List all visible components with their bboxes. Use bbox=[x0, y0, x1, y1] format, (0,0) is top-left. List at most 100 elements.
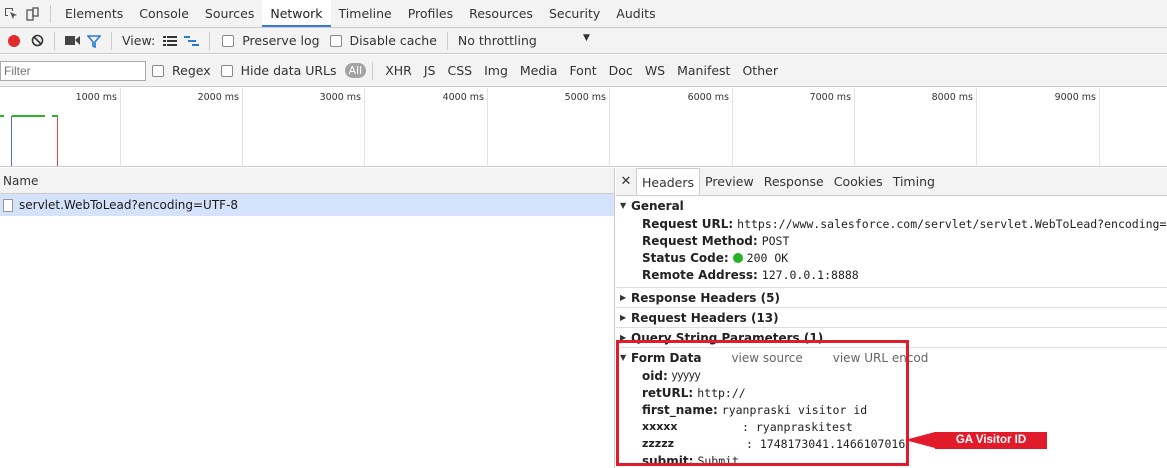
clear-icon[interactable] bbox=[26, 30, 48, 52]
toolbar-divider bbox=[209, 31, 211, 50]
waterfall-icon[interactable] bbox=[181, 30, 203, 52]
request-bar bbox=[0, 115, 4, 117]
tab-headers[interactable]: Headers bbox=[636, 168, 701, 195]
status-code-value: 200 OK bbox=[746, 250, 789, 265]
section-title: Request Headers (13) bbox=[631, 310, 779, 325]
regex-checkbox[interactable] bbox=[152, 64, 164, 77]
triangle-right-icon: ▶ bbox=[620, 313, 627, 322]
domcontentloaded-marker bbox=[11, 116, 12, 166]
triangle-down-icon: ▼ bbox=[620, 201, 627, 210]
request-method-label: Request Method: bbox=[642, 233, 758, 248]
preserve-log-checkbox[interactable] bbox=[222, 34, 235, 47]
tab-preview[interactable]: Preview bbox=[700, 168, 759, 195]
timeline-tick-label: 3000 ms bbox=[319, 92, 361, 103]
large-rows-icon[interactable] bbox=[159, 30, 181, 52]
tab-cookies[interactable]: Cookies bbox=[829, 168, 888, 195]
camera-icon[interactable] bbox=[61, 30, 83, 52]
timeline-tick: 3000 ms bbox=[243, 88, 365, 167]
type-filter-img[interactable]: Img bbox=[478, 63, 514, 78]
name-column-header[interactable]: Name bbox=[0, 168, 614, 194]
tab-timeline[interactable]: Timeline bbox=[331, 0, 400, 27]
type-filter-css[interactable]: CSS bbox=[441, 63, 478, 78]
timeline-tick: 6000 ms bbox=[610, 88, 733, 167]
timeline-tick: 7000 ms bbox=[733, 88, 855, 167]
request-url-row: Request URL: https://www.salesforce.com/… bbox=[616, 215, 1167, 232]
type-filter-all[interactable]: All bbox=[344, 63, 367, 78]
device-mode-icon[interactable] bbox=[22, 3, 44, 25]
filter-input[interactable] bbox=[0, 60, 146, 81]
request-method-row: Request Method: POST bbox=[616, 232, 1167, 249]
timeline-overview[interactable]: 1000 ms 2000 ms 3000 ms 4000 ms 5000 ms … bbox=[0, 88, 1167, 167]
throttling-value: No throttling bbox=[457, 33, 537, 48]
request-headers-section[interactable]: ▶ Request Headers (13) bbox=[616, 308, 1167, 327]
toolbar-divider bbox=[111, 31, 112, 50]
status-code-label: Status Code: bbox=[642, 250, 729, 265]
request-url-label: Request URL: bbox=[642, 216, 734, 231]
timeline-tick-label: 6000 ms bbox=[687, 92, 729, 103]
type-filter-manifest[interactable]: Manifest bbox=[671, 63, 736, 78]
load-marker bbox=[57, 116, 58, 166]
triangle-right-icon: ▶ bbox=[620, 293, 627, 302]
tab-audits[interactable]: Audits bbox=[608, 0, 663, 27]
preserve-log-label: Preserve log bbox=[242, 33, 320, 48]
hide-data-urls-checkbox[interactable] bbox=[220, 64, 233, 77]
disable-cache-checkbox[interactable] bbox=[329, 34, 342, 47]
request-url-value: https://www.salesforce.com/servlet/servl… bbox=[737, 216, 1167, 231]
tab-timing[interactable]: Timing bbox=[888, 168, 940, 195]
chevron-down-icon: ▼ bbox=[583, 33, 590, 43]
tab-profiles[interactable]: Profiles bbox=[400, 0, 461, 27]
toolbar-divider bbox=[50, 4, 51, 23]
tab-security[interactable]: Security bbox=[541, 0, 608, 27]
network-toolbar: View: Preserve log Disable cache No thro… bbox=[0, 28, 1167, 54]
tab-sources[interactable]: Sources bbox=[197, 0, 262, 27]
toolbar-divider bbox=[54, 31, 55, 50]
type-filter-js[interactable]: JS bbox=[418, 63, 442, 78]
timeline-tick-label: 9000 ms bbox=[1054, 92, 1096, 103]
remote-address-value: 127.0.0.1:8888 bbox=[761, 267, 859, 282]
request-name: servlet.WebToLead?encoding=UTF-8 bbox=[19, 198, 239, 212]
type-filter-font[interactable]: Font bbox=[563, 63, 602, 78]
filter-funnel-icon[interactable] bbox=[83, 30, 105, 52]
type-filter-media[interactable]: Media bbox=[514, 63, 564, 78]
filter-bar: Regex Hide data URLs All XHR JS CSS Img … bbox=[0, 55, 1167, 87]
timeline-tick-label: 1000 ms bbox=[75, 92, 117, 103]
type-filter-xhr[interactable]: XHR bbox=[379, 63, 418, 78]
tab-elements[interactable]: Elements bbox=[57, 0, 131, 27]
arrow-head-icon bbox=[905, 432, 935, 448]
tab-resources[interactable]: Resources bbox=[461, 0, 541, 27]
inspect-element-icon[interactable] bbox=[0, 3, 22, 25]
general-section-header[interactable]: ▼ General bbox=[616, 196, 1167, 215]
remote-address-label: Remote Address: bbox=[642, 267, 758, 282]
timeline-tick: 8000 ms bbox=[855, 88, 977, 167]
form-data-highlight-box bbox=[616, 340, 909, 466]
devtools-main-tabbar: Elements Console Sources Network Timelin… bbox=[0, 0, 1167, 28]
request-list-pane: Name servlet.WebToLead?encoding=UTF-8 bbox=[0, 168, 615, 468]
document-icon bbox=[3, 198, 13, 212]
timeline-tick: 1000 ms bbox=[0, 88, 121, 167]
close-icon[interactable]: ✕ bbox=[616, 174, 636, 189]
ga-visitor-id-arrow: GA Visitor ID bbox=[905, 432, 1047, 449]
timeline-tick: 9000 ms bbox=[977, 88, 1100, 167]
type-filter-ws[interactable]: WS bbox=[639, 63, 671, 78]
request-bar bbox=[52, 115, 58, 117]
request-row[interactable]: servlet.WebToLead?encoding=UTF-8 bbox=[0, 194, 614, 216]
tab-response[interactable]: Response bbox=[759, 168, 829, 195]
type-filter-doc[interactable]: Doc bbox=[603, 63, 639, 78]
toolbar-divider bbox=[446, 31, 448, 50]
remote-address-row: Remote Address: 127.0.0.1:8888 bbox=[616, 266, 1167, 283]
ga-visitor-id-label: GA Visitor ID bbox=[935, 432, 1047, 449]
details-tabbar: ✕ Headers Preview Response Cookies Timin… bbox=[616, 168, 1167, 196]
regex-label: Regex bbox=[172, 63, 211, 78]
status-ok-icon bbox=[732, 252, 743, 263]
tab-console[interactable]: Console bbox=[131, 0, 197, 27]
type-filter-other[interactable]: Other bbox=[736, 63, 784, 78]
tab-network[interactable]: Network bbox=[262, 0, 331, 27]
timeline-tick-label: 2000 ms bbox=[197, 92, 239, 103]
throttling-select[interactable]: No throttling ▼ bbox=[454, 33, 594, 48]
general-title: General bbox=[631, 198, 684, 213]
toolbar-divider bbox=[372, 61, 374, 80]
record-button[interactable] bbox=[8, 34, 20, 47]
timeline-tick-label: 8000 ms bbox=[931, 92, 973, 103]
response-headers-section[interactable]: ▶ Response Headers (5) bbox=[616, 288, 1167, 307]
disable-cache-label: Disable cache bbox=[349, 33, 437, 48]
